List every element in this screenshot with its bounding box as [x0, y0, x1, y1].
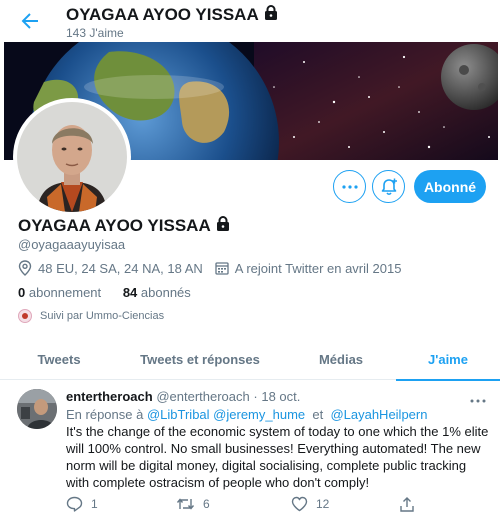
tweet-actions: 1 6 12 — [66, 496, 490, 514]
tweet-text: It's the change of the economic system o… — [66, 424, 489, 490]
heart-icon — [291, 496, 308, 512]
calendar-icon — [215, 262, 229, 275]
tweet-reply-context: En réponse à @LibTribal @jeremy_hume et … — [66, 407, 427, 422]
tab-tweets-and-replies[interactable]: Tweets et réponses — [118, 338, 282, 380]
tab-media[interactable]: Médias — [282, 338, 400, 380]
retweet-count: 6 — [203, 497, 210, 511]
tweet-date[interactable]: 18 oct. — [261, 389, 300, 404]
header-title-text: OYAGAA AYOO YISSAA — [66, 5, 259, 24]
header-likes-count: 143 J'aime — [66, 26, 124, 40]
followers-count: 84 — [122, 285, 138, 300]
location-pin-icon — [18, 260, 32, 276]
tweet-author-handle[interactable]: @entertheroach — [156, 389, 249, 404]
like-button[interactable]: 12 — [291, 496, 329, 512]
tab-likes[interactable]: J'aime — [396, 338, 500, 381]
profile-tabs: Tweets Tweets et réponses Médias J'aime — [0, 338, 500, 381]
followers-label: abonnés — [140, 285, 191, 300]
reply-icon — [66, 496, 83, 512]
reply-mention-1[interactable]: @LibTribal — [147, 407, 210, 422]
profile-meta: 48 EU, 24 SA, 24 NA, 18 AN A rejoint Twi… — [18, 260, 401, 276]
avatar-image — [17, 102, 127, 212]
retweet-button[interactable]: 6 — [176, 496, 210, 512]
followed-by[interactable]: Suivi par Ummo-Ciencias — [18, 309, 164, 323]
tweet-header: entertheroach @entertheroach · 18 oct. — [66, 389, 300, 404]
tweet[interactable]: entertheroach @entertheroach · 18 oct. E… — [0, 381, 500, 517]
following-link[interactable]: 0 abonnement — [18, 285, 101, 300]
reply-conjunction: et — [312, 407, 324, 422]
tab-tweets[interactable]: Tweets — [0, 338, 118, 380]
follower-avatar — [18, 309, 32, 323]
top-bar: OYAGAA AYOO YISSAA 143 J'aime — [0, 0, 500, 42]
reply-button[interactable]: 1 — [66, 496, 98, 512]
profile-location: 48 EU, 24 SA, 24 NA, 18 AN — [38, 260, 203, 276]
profile-name: OYAGAA AYOO YISSAA — [18, 216, 230, 236]
profile-counts: 0 abonnement 84 abonnés — [18, 285, 191, 300]
lock-icon — [216, 216, 230, 236]
header-title: OYAGAA AYOO YISSAA — [66, 5, 278, 25]
reply-mention-3[interactable]: @LayahHeilpern — [330, 407, 427, 422]
like-count: 12 — [316, 497, 330, 511]
followers-link[interactable]: 84 abonnés — [123, 285, 191, 300]
profile-avatar[interactable] — [13, 98, 131, 216]
tweet-more-icon[interactable] — [470, 390, 486, 408]
retweet-icon — [176, 498, 195, 510]
lock-icon — [264, 5, 278, 25]
profile-joined: A rejoint Twitter en avril 2015 — [234, 260, 402, 276]
back-arrow-icon[interactable] — [18, 9, 42, 33]
following-button[interactable]: Abonné — [414, 170, 486, 203]
reply-count: 1 — [91, 497, 98, 511]
tweet-author-name[interactable]: entertheroach — [66, 389, 153, 404]
notifications-button[interactable] — [372, 170, 405, 203]
more-dots-icon — [341, 184, 358, 189]
share-button[interactable] — [399, 496, 415, 513]
followed-by-text: Suivi par Ummo-Ciencias — [40, 310, 165, 322]
following-label: abonnement — [28, 285, 102, 300]
bell-plus-icon — [381, 178, 397, 195]
more-options-button[interactable] — [333, 170, 366, 203]
reply-mention-2[interactable]: @jeremy_hume — [213, 407, 305, 422]
profile-handle: @oyagaaayuyisaa — [18, 237, 126, 252]
following-count: 0 — [18, 285, 26, 300]
tweet-separator: · — [253, 389, 258, 404]
profile-name-text: OYAGAA AYOO YISSAA — [18, 216, 211, 235]
share-icon — [400, 497, 414, 512]
tweet-author-avatar[interactable] — [17, 389, 57, 429]
reply-prefix: En réponse à — [66, 407, 144, 422]
